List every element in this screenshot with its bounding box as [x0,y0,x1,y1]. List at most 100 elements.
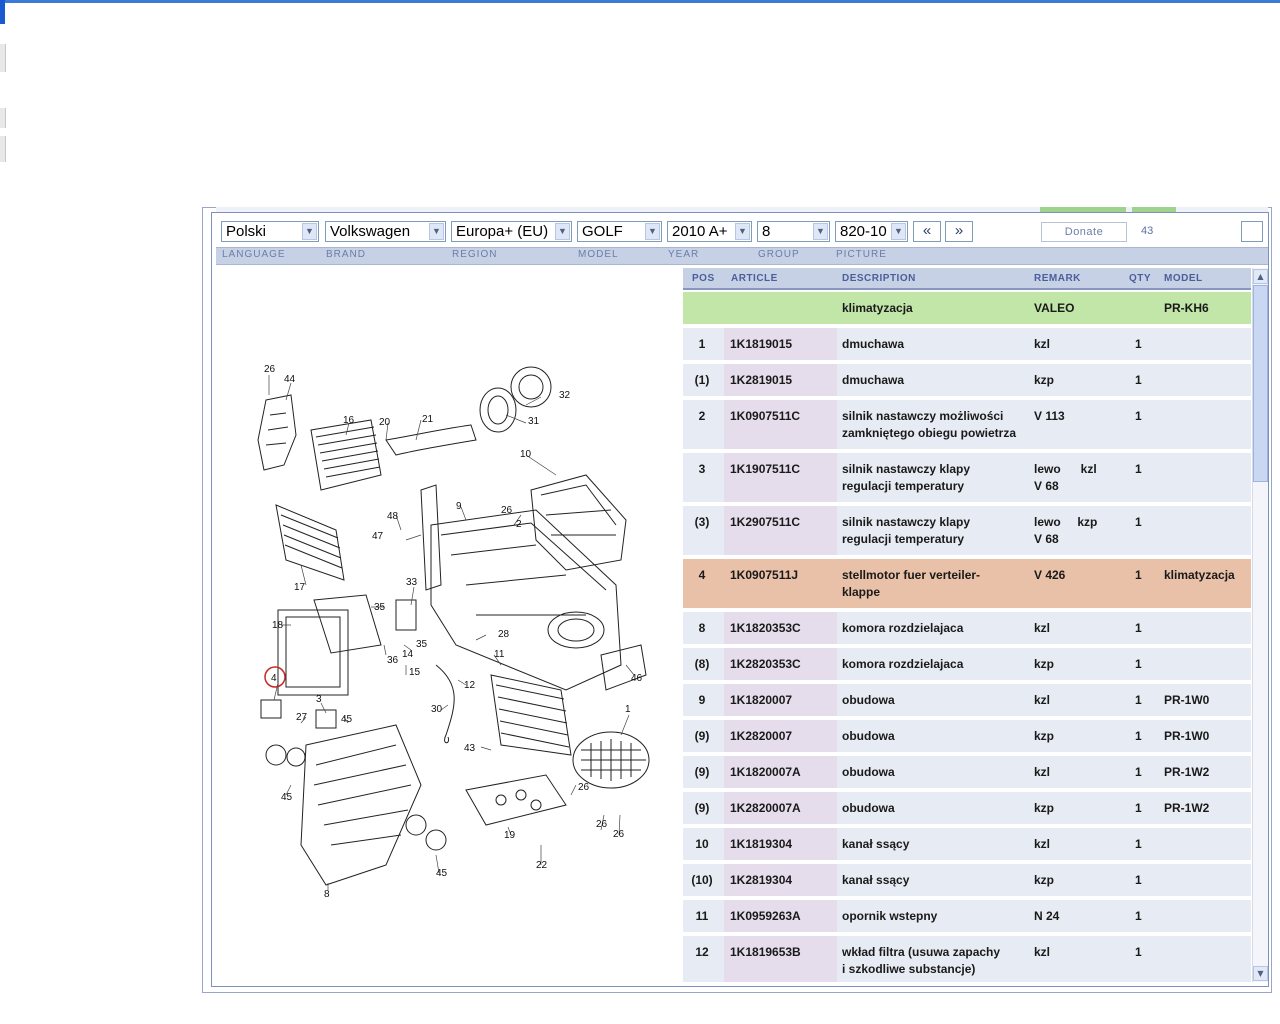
article-cell[interactable]: 1K0907511C [730,408,800,425]
article-cell[interactable]: 1K1819653B [730,944,801,961]
chevron-down-icon[interactable]: ▼ [891,223,906,240]
table-row[interactable]: klimatyzacja VALEO PR-KH6 [683,292,1251,328]
brand-select[interactable]: Volkswagen ▼ [325,221,446,242]
table-row[interactable]: 8 1K1820353C komora rozdzielajaca kzl 1 [683,612,1251,648]
article-cell[interactable]: 1K0959263A [730,908,801,925]
callout-label: 45 [281,792,293,803]
callout-label: 18 [272,620,284,631]
model-label: MODEL [578,249,619,260]
col-pos-header[interactable]: POS [692,273,715,284]
remark-cell: kzl [1034,336,1050,353]
chevron-down-icon[interactable]: ▼ [302,223,317,240]
article-cell[interactable]: 1K1820353C [730,620,801,637]
article-cell[interactable]: 1K2820353C [730,656,801,673]
language-select[interactable]: Polski ▼ [221,221,319,242]
model-cell: klimatyzacja [1164,568,1235,582]
chevron-down-icon[interactable]: ▼ [429,223,444,240]
year-label: YEAR [668,249,700,260]
remark-cell: lewo kzl V 68 [1034,461,1097,495]
parts-exploded-diagram[interactable]: 26 44 16 20 21 32 31 10 9 26 2 47 48 17 … [236,345,666,905]
table-row[interactable]: 2 1K0907511C silnik nastawczy możliwości za… [683,400,1251,453]
description-line: silnik nastawczy klapy [842,515,971,529]
table-row[interactable]: (3) 1K2907511C silnik nastawczy klapy regul… [683,506,1251,559]
next-picture-button[interactable]: » [945,221,973,242]
remark-line: V 68 [1034,532,1059,546]
table-row[interactable]: 4 1K0907511J stellmotor fuer verteiler-kla… [683,559,1251,612]
description-line: obudowa [842,801,895,815]
article-cell[interactable]: 1K2819304 [730,872,792,889]
model-select[interactable]: GOLF ▼ [577,221,662,242]
group-select[interactable]: 8 ▼ [757,221,830,242]
chevron-down-icon[interactable]: ▼ [645,223,660,240]
pos-cell: 4 [698,568,706,582]
description-line: obudowa [842,729,895,743]
table-row[interactable]: (10) 1K2819304 kanał ssący kzp 1 [683,864,1251,900]
article-cell[interactable]: 1K1820007A [730,764,801,781]
description-line: dmuchawa [842,373,905,387]
col-article-header[interactable]: ARTICLE [731,273,778,284]
table-row[interactable]: (1) 1K2819015 dmuchawa kzp 1 [683,364,1251,400]
article-cell[interactable]: 1K1819304 [730,836,792,853]
picture-select[interactable]: 820-10 ▼ [835,221,908,242]
callout-label: 35 [374,602,386,613]
table-row[interactable]: (9) 1K1820007A obudowa kzl 1 PR-1W2 [683,756,1251,792]
remark-line: N 24 [1034,909,1060,923]
previous-picture-button[interactable]: « [913,221,941,242]
pos-cell: 10 [695,837,709,851]
year-select[interactable]: 2010 A+ ▼ [667,221,752,242]
col-description-header[interactable]: DESCRIPTION [842,273,916,284]
callout-label: 16 [343,415,355,426]
remark-cell: kzp [1034,728,1054,745]
pos-cell: 1 [698,337,706,351]
table-row[interactable]: 3 1K1907511C silnik nastawczy klapy regulac… [683,453,1251,506]
col-remark-header[interactable]: REMARK [1034,273,1081,284]
table-row[interactable]: (9) 1K2820007 obudowa kzp 1 PR-1W0 [683,720,1251,756]
col-qty-header[interactable]: QTY [1129,273,1151,284]
scroll-up-icon[interactable]: ▲ [1253,269,1268,284]
remark-line: kzl [1034,837,1051,851]
callout-label: 46 [631,673,643,684]
remark-cell: kzl [1034,944,1050,961]
table-row[interactable]: 10 1K1819304 kanał ssący kzl 1 [683,828,1251,864]
region-select[interactable]: Europa+ (EU) ▼ [451,221,572,242]
table-row[interactable]: 1 1K1819015 dmuchawa kzl 1 [683,328,1251,364]
article-cell[interactable]: 1K2907511C [730,514,800,531]
remark-cell: N 24 [1034,908,1059,925]
chevron-down-icon[interactable]: ▼ [813,223,828,240]
scrollbar-thumb[interactable] [1253,285,1268,482]
table-scrollbar[interactable]: ▲ ▼ [1252,268,1268,982]
remark-cell: kzp [1034,800,1054,817]
description-line: stellmotor fuer verteiler- [842,568,981,582]
blank-toggle-box[interactable] [1241,221,1263,242]
table-header: POS ARTICLE DESCRIPTION REMARK QTY MODEL [683,268,1251,290]
col-model-header[interactable]: MODEL [1164,273,1203,284]
callout-label: 9 [456,501,462,512]
chevron-down-icon[interactable]: ▼ [555,223,570,240]
chevron-down-icon[interactable]: ▼ [735,223,750,240]
table-row[interactable]: 12 1K1819653B wkład filtra (usuwa zapachy i… [683,936,1251,982]
table-row[interactable]: (8) 1K2820353C komora rozdzielajaca kzp 1 [683,648,1251,684]
description-cell: obudowa [842,728,1027,745]
visitor-count: 43 [1141,225,1154,237]
scroll-down-icon[interactable]: ▼ [1253,966,1268,981]
qty-cell: 1 [1135,462,1142,476]
brand-label: BRAND [326,249,367,260]
donate-button[interactable]: Donate [1041,222,1127,242]
table-row[interactable]: (9) 1K2820007A obudowa kzp 1 PR-1W2 [683,792,1251,828]
description-line: klappe [842,585,881,599]
description-line: regulacji temperatury [842,479,965,493]
article-cell[interactable]: 1K2819015 [730,372,792,389]
table-row[interactable]: 11 1K0959263A opornik wstepny N 24 1 [683,900,1251,936]
article-cell[interactable]: 1K1820007 [730,692,792,709]
article-cell[interactable]: 1K1819015 [730,336,792,353]
article-cell[interactable]: 1K0907511J [730,567,798,584]
article-cell[interactable]: 1K2820007A [730,800,801,817]
article-cell[interactable]: 1K2820007 [730,728,792,745]
table-row[interactable]: 9 1K1820007 obudowa kzl 1 PR-1W0 [683,684,1251,720]
article-cell[interactable]: 1K1907511C [730,461,800,478]
description-cell: dmuchawa [842,372,1027,389]
brand-value: Volkswagen [330,223,411,240]
remark-line: kzl [1034,337,1051,351]
qty-cell: 1 [1135,373,1142,387]
callout-label: 36 [387,655,399,666]
